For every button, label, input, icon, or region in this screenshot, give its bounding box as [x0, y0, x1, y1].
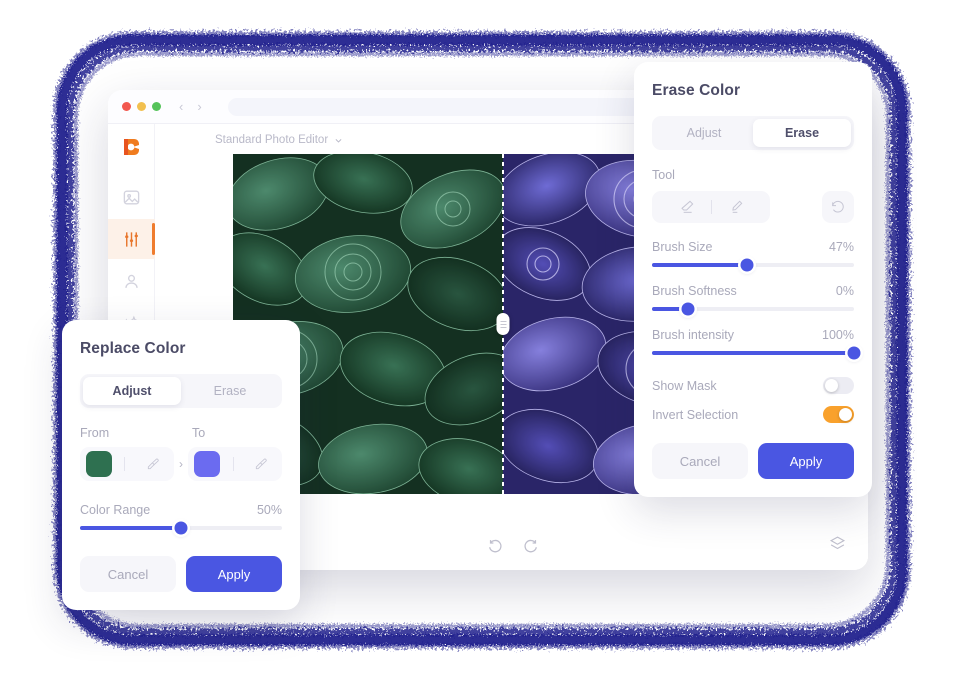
slider-track[interactable]	[652, 258, 854, 272]
tab-erase[interactable]: Erase	[181, 377, 279, 405]
replace-panel-tabs[interactable]: Adjust Erase	[80, 374, 282, 408]
slider-color-range[interactable]: Color Range 50%	[80, 503, 282, 535]
from-label: From	[80, 426, 110, 440]
eyedropper-icon	[147, 458, 159, 470]
tab-adjust[interactable]: Adjust	[655, 119, 753, 147]
color-divider	[124, 457, 126, 471]
person-icon	[124, 274, 138, 288]
toggle-show-mask[interactable]: Show Mask	[652, 377, 854, 394]
slider-knob[interactable]	[847, 346, 861, 360]
sidebar-item-portrait[interactable]	[108, 261, 155, 301]
apply-button[interactable]: Apply	[758, 443, 854, 479]
slider-value: 50%	[256, 503, 282, 517]
nav-arrows[interactable]: ‹ ›	[179, 100, 202, 113]
preset-dropdown[interactable]: Standard Photo Editor	[215, 134, 343, 146]
slider-fill	[652, 263, 747, 267]
slider-label: Brush Size	[652, 240, 713, 254]
tool-section-label: Tool	[652, 168, 675, 182]
tab-adjust[interactable]: Adjust	[83, 377, 181, 405]
slider-track[interactable]	[652, 302, 854, 316]
show-mask-switch[interactable]	[823, 377, 854, 394]
slider-track[interactable]	[652, 346, 861, 360]
erase-panel-title: Erase Color	[652, 82, 741, 99]
replace-color-panel: Replace Color Adjust Erase From To › Col…	[62, 320, 300, 610]
from-eyedropper-button[interactable]	[138, 457, 168, 471]
sliders-icon	[124, 231, 138, 247]
erase-panel-actions: Cancel Apply	[652, 443, 854, 479]
close-window-icon[interactable]	[122, 102, 131, 111]
apply-button[interactable]: Apply	[186, 556, 282, 592]
tool-group	[652, 191, 770, 223]
brush-tool-button[interactable]	[712, 191, 760, 223]
slider-knob[interactable]	[174, 521, 188, 535]
color-row: ›	[80, 447, 282, 481]
back-arrow-icon[interactable]: ‹	[179, 100, 183, 113]
erase-color-panel: Erase Color Adjust Erase Tool Brush Size…	[634, 62, 872, 497]
slider-fill	[652, 351, 854, 355]
slider-label: Brush intensity	[652, 328, 734, 342]
chevron-down-icon	[335, 138, 342, 143]
traffic-lights[interactable]	[122, 102, 161, 111]
tool-row	[652, 191, 854, 223]
eyedropper-icon	[255, 458, 267, 470]
reset-button[interactable]	[822, 191, 854, 223]
replace-panel-title: Replace Color	[80, 340, 186, 357]
to-color-swatch[interactable]	[194, 451, 221, 477]
slider-label: Brush Softness	[652, 284, 737, 298]
reset-icon	[832, 200, 844, 213]
slider-brush-softness[interactable]: Brush Softness 0%	[652, 284, 854, 316]
before-after-divider[interactable]	[496, 154, 510, 494]
image-icon	[123, 189, 139, 205]
screenshot-stage: ‹ › Standard Photo Editor Erase Color Ad…	[0, 0, 973, 700]
eraser-icon	[680, 200, 693, 213]
cancel-button[interactable]: Cancel	[652, 443, 748, 479]
tab-erase[interactable]: Erase	[753, 119, 851, 147]
slider-track[interactable]	[80, 521, 282, 535]
replace-panel-actions: Cancel Apply	[80, 556, 282, 592]
forward-arrow-icon[interactable]: ›	[197, 100, 201, 113]
slider-brush-intensity[interactable]: Brush intensity 100%	[652, 328, 861, 360]
invert-selection-switch[interactable]	[823, 406, 854, 423]
slider-brush-size[interactable]: Brush Size 47%	[652, 240, 854, 272]
divider-drag-handle[interactable]	[496, 313, 510, 335]
from-color-swatch[interactable]	[86, 451, 112, 477]
minimize-window-icon[interactable]	[137, 102, 146, 111]
toggle-invert-selection[interactable]: Invert Selection	[652, 406, 854, 423]
cancel-button[interactable]: Cancel	[80, 556, 176, 592]
toggle-label: Show Mask	[652, 378, 717, 393]
to-eyedropper-button[interactable]	[246, 457, 276, 471]
to-label: To	[192, 426, 206, 440]
sidebar-item-adjust[interactable]	[108, 219, 155, 259]
redo-icon[interactable]	[522, 538, 539, 555]
slider-fill	[80, 526, 181, 530]
slider-knob[interactable]	[740, 258, 754, 272]
brush-icon	[731, 200, 742, 213]
undo-icon[interactable]	[487, 538, 504, 555]
slider-value: 100%	[822, 328, 854, 342]
sidebar-item-media[interactable]	[108, 177, 155, 217]
from-to-arrow-icon: ›	[178, 457, 183, 471]
preset-dropdown-label: Standard Photo Editor	[215, 134, 329, 146]
color-row-labels: From To	[80, 426, 282, 440]
color-divider	[232, 457, 234, 471]
from-color-box[interactable]	[80, 447, 174, 481]
erase-panel-tabs[interactable]: Adjust Erase	[652, 116, 854, 150]
to-color-box[interactable]	[188, 447, 282, 481]
slider-value: 47%	[828, 240, 854, 254]
slider-label: Color Range	[80, 503, 151, 517]
slider-value: 0%	[835, 284, 854, 298]
toggle-label: Invert Selection	[652, 407, 739, 422]
layers-icon[interactable]	[829, 535, 846, 552]
eraser-tool-button[interactable]	[663, 191, 711, 223]
maximize-window-icon[interactable]	[152, 102, 161, 111]
slider-knob[interactable]	[681, 302, 695, 316]
app-logo-icon	[124, 139, 139, 155]
